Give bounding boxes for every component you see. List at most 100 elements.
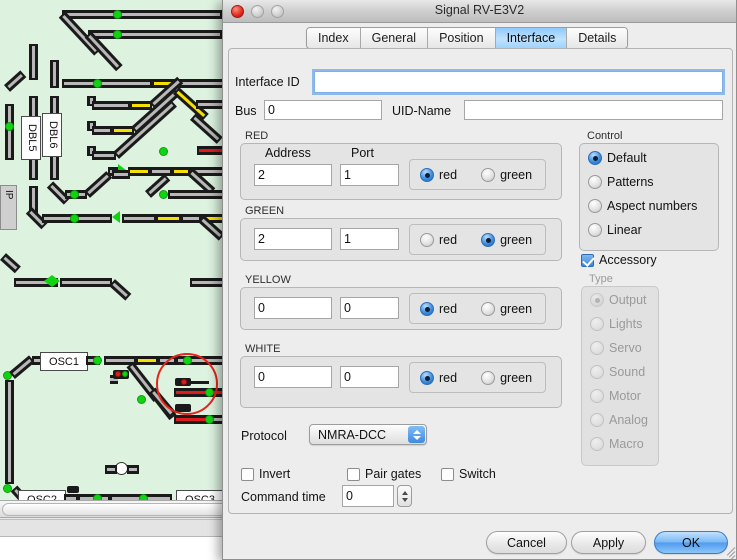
pair-gates-label: Pair gates: [365, 467, 422, 481]
yellow-aspect-radio-group: red green: [409, 293, 546, 324]
control-group: Default Patterns Aspect numbers Linear: [579, 143, 719, 251]
block-label-ip-text: IP: [3, 190, 14, 200]
green-radio-label: green: [500, 167, 533, 182]
white-port-input[interactable]: [340, 366, 399, 388]
checkbox-icon: [441, 467, 454, 481]
dialog-titlebar[interactable]: Signal RV-E3V2: [223, 0, 736, 23]
tab-general[interactable]: General: [360, 28, 429, 48]
red-radio-label: red: [439, 232, 458, 247]
protocol-value: NMRA-DCC: [318, 427, 387, 442]
tab-details[interactable]: Details: [567, 28, 628, 48]
radio-icon: [588, 175, 602, 189]
command-time-input[interactable]: [342, 485, 394, 507]
accessory-checkbox[interactable]: Accessory: [581, 253, 657, 267]
control-option-default[interactable]: Default: [588, 151, 647, 165]
cancel-button[interactable]: Cancel: [486, 531, 567, 554]
red-group-title: RED: [245, 130, 269, 142]
resize-grip[interactable]: [721, 544, 736, 560]
red-radio-label: red: [439, 370, 458, 385]
type-option-label: Motor: [609, 389, 641, 403]
type-option-lights: Lights: [590, 317, 642, 331]
red-address-input[interactable]: [254, 164, 332, 186]
interface-id-label: Interface ID: [235, 75, 300, 89]
stepper-up-icon[interactable]: [401, 490, 408, 495]
ok-button-label: OK: [681, 535, 701, 550]
radio-icon: [590, 317, 604, 331]
type-option-servo: Servo: [590, 341, 642, 355]
stepper-down-icon[interactable]: [401, 497, 408, 502]
control-option-linear[interactable]: Linear: [588, 223, 642, 237]
yellow-aspect-radio-green[interactable]: green: [481, 301, 532, 316]
tab-index[interactable]: Index: [307, 28, 361, 48]
radio-icon: [590, 413, 604, 427]
screen: DBL5 DBL6 IP OSC1 OSC2 OSC3 Signal RV-E3…: [0, 0, 737, 560]
checkbox-icon: [581, 253, 594, 267]
invert-checkbox[interactable]: Invert: [241, 467, 290, 481]
red-radio-label: red: [439, 167, 458, 182]
green-aspect-radio-red[interactable]: red: [420, 232, 458, 247]
type-option-motor: Motor: [590, 389, 641, 403]
green-aspect-radio-green[interactable]: green: [481, 232, 533, 247]
type-option-analog: Analog: [590, 413, 648, 427]
white-group-title: WHITE: [245, 343, 281, 355]
red-port-input[interactable]: [340, 164, 399, 186]
yellow-aspect-radio-red[interactable]: red: [420, 301, 458, 316]
green-radio-icon: [481, 301, 496, 316]
tab-position[interactable]: Position: [428, 28, 496, 48]
protocol-select[interactable]: NMRA-DCC: [309, 424, 427, 445]
green-radio-icon: [481, 370, 496, 385]
type-option-macro: Macro: [590, 437, 644, 451]
window-title: Signal RV-E3V2: [434, 3, 525, 17]
type-option-label: Servo: [609, 341, 642, 355]
type-option-label: Output: [609, 293, 647, 307]
signal-properties-dialog: Signal RV-E3V2 Index General Position In…: [222, 0, 737, 560]
yellow-address-input[interactable]: [254, 297, 332, 319]
green-port-input[interactable]: [340, 228, 399, 250]
red-aspect-radio-group: red green: [409, 159, 546, 190]
green-aspect-radio-group: red green: [409, 224, 546, 255]
radio-icon: [590, 293, 604, 307]
white-aspect-radio-green[interactable]: green: [481, 370, 532, 385]
pair-gates-checkbox[interactable]: Pair gates: [347, 467, 421, 481]
red-aspect-radio-green[interactable]: green: [481, 167, 533, 182]
red-radio-icon: [420, 370, 434, 385]
apply-button[interactable]: Apply: [571, 531, 646, 554]
radio-icon: [588, 223, 602, 237]
block-label-osc3[interactable]: OSC3: [176, 490, 224, 500]
bus-input[interactable]: [264, 100, 382, 120]
uid-name-input[interactable]: [464, 100, 723, 120]
radio-icon: [590, 389, 604, 403]
green-radio-icon: [481, 232, 496, 247]
control-option-label: Linear: [607, 223, 642, 237]
white-aspect-radio-red[interactable]: red: [420, 370, 458, 385]
block-label-osc1[interactable]: OSC1: [40, 352, 88, 371]
accessory-label: Accessory: [599, 253, 657, 267]
type-option-output: Output: [590, 293, 647, 307]
red-radio-label: red: [439, 301, 458, 316]
green-address-input[interactable]: [254, 228, 332, 250]
block-label-ip[interactable]: IP: [0, 185, 17, 230]
red-aspect-radio-red[interactable]: red: [420, 167, 458, 182]
type-group-title: Type: [589, 273, 613, 285]
interface-id-input[interactable]: [314, 71, 723, 93]
block-label-dbl6[interactable]: DBL6: [42, 113, 62, 157]
control-option-patterns[interactable]: Patterns: [588, 175, 654, 189]
radio-icon: [590, 341, 604, 355]
command-time-stepper[interactable]: [397, 485, 412, 507]
type-option-label: Sound: [609, 365, 646, 379]
block-label-dbl5[interactable]: DBL5: [21, 116, 41, 160]
radio-icon: [590, 437, 604, 451]
red-radio-icon: [420, 167, 434, 182]
switch-checkbox[interactable]: Switch: [441, 467, 496, 481]
yellow-port-input[interactable]: [340, 297, 399, 319]
type-group: Output Lights Servo Sound Motor Analog M…: [581, 286, 659, 466]
white-group: red green: [240, 356, 562, 408]
tab-interface[interactable]: Interface: [495, 28, 568, 48]
white-address-input[interactable]: [254, 366, 332, 388]
green-group-title: GREEN: [245, 205, 285, 217]
ok-button[interactable]: OK: [654, 531, 728, 554]
switch-label: Switch: [459, 467, 496, 481]
control-option-aspect-numbers[interactable]: Aspect numbers: [588, 199, 697, 213]
green-radio-label: green: [500, 232, 533, 247]
block-label-osc2[interactable]: OSC2: [18, 490, 66, 500]
